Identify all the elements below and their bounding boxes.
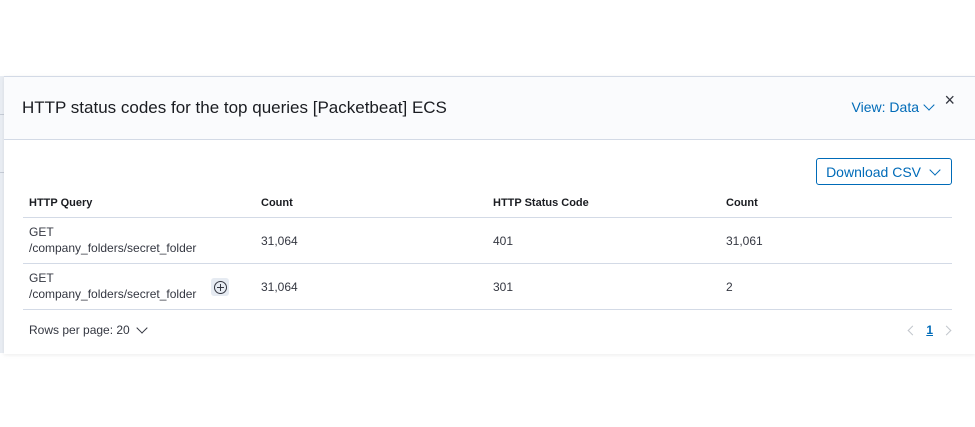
arrow-right-icon[interactable] xyxy=(941,325,952,335)
cell-action-button[interactable] xyxy=(211,278,229,296)
data-table: HTTP Query Count HTTP Status Code Count … xyxy=(23,191,952,310)
query-path: /company_folders/secret_folder xyxy=(29,241,197,255)
column-header-count[interactable]: Count xyxy=(261,197,293,209)
query-method: GET xyxy=(29,225,54,239)
chevron-down-icon xyxy=(929,163,941,176)
query-path: /company_folders/secret_folder xyxy=(29,287,197,301)
close-icon[interactable]: × xyxy=(944,91,955,109)
view-toggle-label: View: Data xyxy=(851,99,919,115)
query-cell: GET /company_folders/secret_folder xyxy=(29,270,196,302)
arrow-left-icon[interactable] xyxy=(907,325,918,335)
query-cell: GET /company_folders/secret_folder xyxy=(29,224,196,256)
count-cell: 31,064 xyxy=(261,280,298,294)
status-count-cell: 31,061 xyxy=(726,234,763,248)
table-header: HTTP Query Count HTTP Status Code Count xyxy=(23,191,952,218)
rows-per-page-label: Rows per page: 20 xyxy=(29,323,130,337)
status-code-cell: 401 xyxy=(493,234,514,248)
chevron-down-icon xyxy=(136,322,148,334)
page-number[interactable]: 1 xyxy=(926,323,933,337)
rows-per-page-selector[interactable]: Rows per page: 20 xyxy=(29,322,148,337)
chevron-down-icon xyxy=(923,99,935,111)
table-row: GET /company_folders/secret_folder 31,06… xyxy=(23,264,952,310)
modal-header: HTTP status codes for the top queries [P… xyxy=(4,77,975,140)
status-count-cell: 2 xyxy=(726,280,733,294)
count-cell: 31,064 xyxy=(261,234,298,248)
plus-in-circle-icon xyxy=(213,280,227,294)
modal-title: HTTP status codes for the top queries [P… xyxy=(22,98,447,117)
view-data-toggle[interactable]: View: Data xyxy=(851,99,935,115)
table-row: GET /company_folders/secret_folder 31,06… xyxy=(23,218,952,264)
query-method: GET xyxy=(29,271,54,285)
column-header-http-status-code[interactable]: HTTP Status Code xyxy=(493,197,589,209)
status-code-cell: 301 xyxy=(493,280,514,294)
pagination: 1 xyxy=(907,323,952,337)
column-header-http-query[interactable]: HTTP Query xyxy=(29,197,92,209)
column-header-status-count[interactable]: Count xyxy=(726,197,758,209)
inspect-modal: HTTP status codes for the top queries [P… xyxy=(4,76,975,354)
download-csv-label: Download CSV xyxy=(826,163,921,180)
download-csv-button[interactable]: Download CSV xyxy=(816,158,952,185)
